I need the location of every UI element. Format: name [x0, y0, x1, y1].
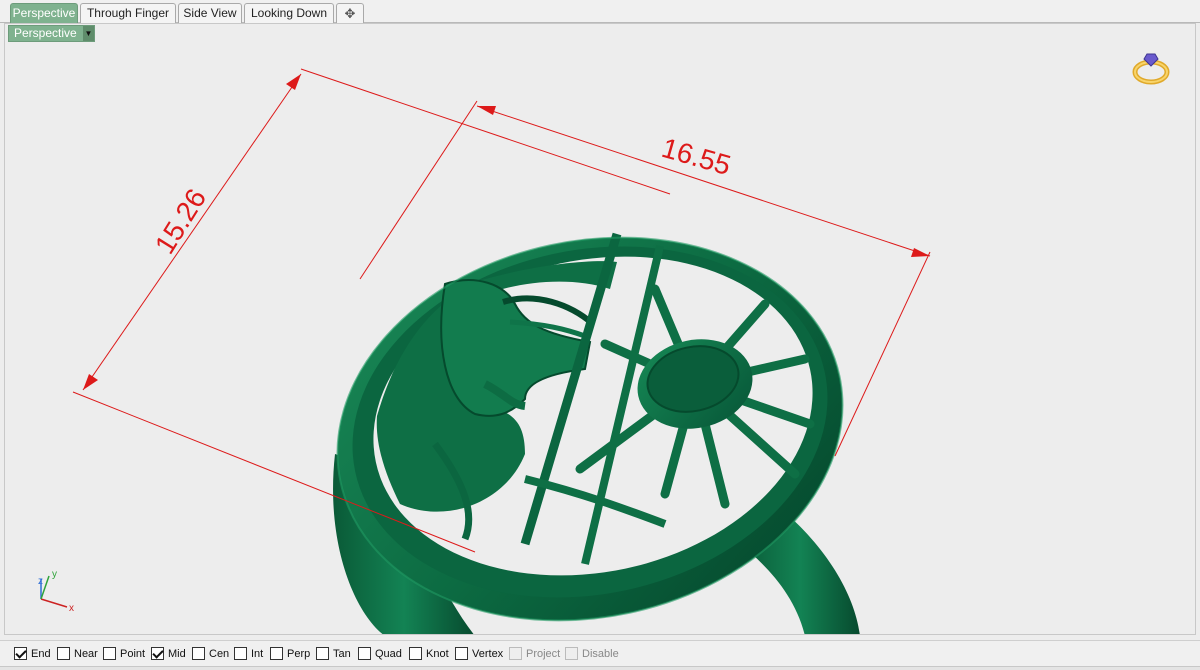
osnap-tan[interactable]: Tan	[316, 647, 351, 663]
viewport-menu-dropdown-icon[interactable]: ▼	[83, 26, 94, 41]
osnap-disable-checkbox[interactable]	[565, 647, 578, 660]
osnap-near[interactable]: Near	[57, 647, 98, 663]
osnap-int[interactable]: Int	[234, 647, 263, 663]
add-tab-button[interactable]: ✥	[336, 3, 364, 23]
osnap-quad-checkbox[interactable]	[358, 647, 371, 660]
tab-through-finger[interactable]: Through Finger	[80, 3, 176, 23]
osnap-int-label: Int	[251, 648, 264, 660]
osnap-mid[interactable]: Mid	[151, 647, 186, 663]
osnap-project-checkbox[interactable]	[509, 647, 522, 660]
tab-perspective[interactable]: Perspective	[10, 3, 78, 23]
osnap-tan-label: Tan	[333, 648, 351, 660]
osnap-quad-label: Quad	[375, 648, 402, 660]
ring-gem-icon[interactable]	[1132, 53, 1170, 85]
axis-gizmo: x y z	[38, 569, 74, 614]
osnap-perp-checkbox[interactable]	[270, 647, 283, 660]
osnap-knot-checkbox[interactable]	[409, 647, 422, 660]
osnap-vertex-checkbox[interactable]	[455, 647, 468, 660]
osnap-perp-label: Perp	[287, 648, 311, 660]
osnap-vertex-label: Vertex	[472, 648, 504, 660]
osnap-vertex[interactable]: Vertex	[455, 647, 503, 663]
osnap-end-label: End	[31, 648, 51, 660]
osnap-disable[interactable]: Disable	[565, 647, 619, 663]
osnap-mid-label: Mid	[168, 648, 186, 660]
osnap-perp[interactable]: Perp	[270, 647, 310, 663]
osnap-disable-label: Disable	[582, 648, 619, 660]
osnap-point-label: Point	[120, 648, 146, 660]
osnap-int-checkbox[interactable]	[234, 647, 247, 660]
osnap-cen[interactable]: Cen	[192, 647, 229, 663]
osnap-point-checkbox[interactable]	[103, 647, 116, 660]
add-tab-icon: ✥	[344, 6, 356, 21]
osnap-near-label: Near	[74, 648, 98, 660]
osnap-near-checkbox[interactable]	[57, 647, 70, 660]
osnap-end-checkbox[interactable]	[14, 647, 27, 660]
osnap-project[interactable]: Project	[509, 647, 560, 663]
osnap-toolbar: End Near Point Mid Cen Int Perp Tan Quad…	[0, 640, 1200, 666]
osnap-knot[interactable]: Knot	[409, 647, 449, 663]
osnap-mid-checkbox[interactable]	[151, 647, 164, 660]
status-bar	[0, 666, 1200, 670]
axis-z-label: z	[38, 576, 43, 587]
tab-looking-down[interactable]: Looking Down	[244, 3, 334, 23]
dimension-height-label: 15.26	[149, 183, 212, 259]
osnap-cen-label: Cen	[209, 648, 230, 660]
viewport-tab-bar: Perspective Through Finger Side View Loo…	[0, 0, 1200, 23]
osnap-point[interactable]: Point	[103, 647, 145, 663]
axis-y-label: y	[52, 569, 57, 580]
osnap-quad[interactable]: Quad	[358, 647, 402, 663]
osnap-end[interactable]: End	[14, 647, 51, 663]
perspective-viewport[interactable]: 16.55 15.26 x y z Perspective ▼	[4, 23, 1196, 635]
osnap-knot-label: Knot	[426, 648, 449, 660]
tab-side-view[interactable]: Side View	[178, 3, 242, 23]
dimension-width-label: 16.55	[658, 132, 734, 181]
viewport-scene: 16.55 15.26 x y z	[38, 53, 1170, 634]
osnap-project-label: Project	[526, 648, 561, 660]
viewport-title-label: Perspective	[14, 26, 77, 40]
axis-x-label: x	[69, 603, 74, 614]
viewport-title[interactable]: Perspective ▼	[8, 25, 95, 42]
osnap-cen-checkbox[interactable]	[192, 647, 205, 660]
osnap-tan-checkbox[interactable]	[316, 647, 329, 660]
